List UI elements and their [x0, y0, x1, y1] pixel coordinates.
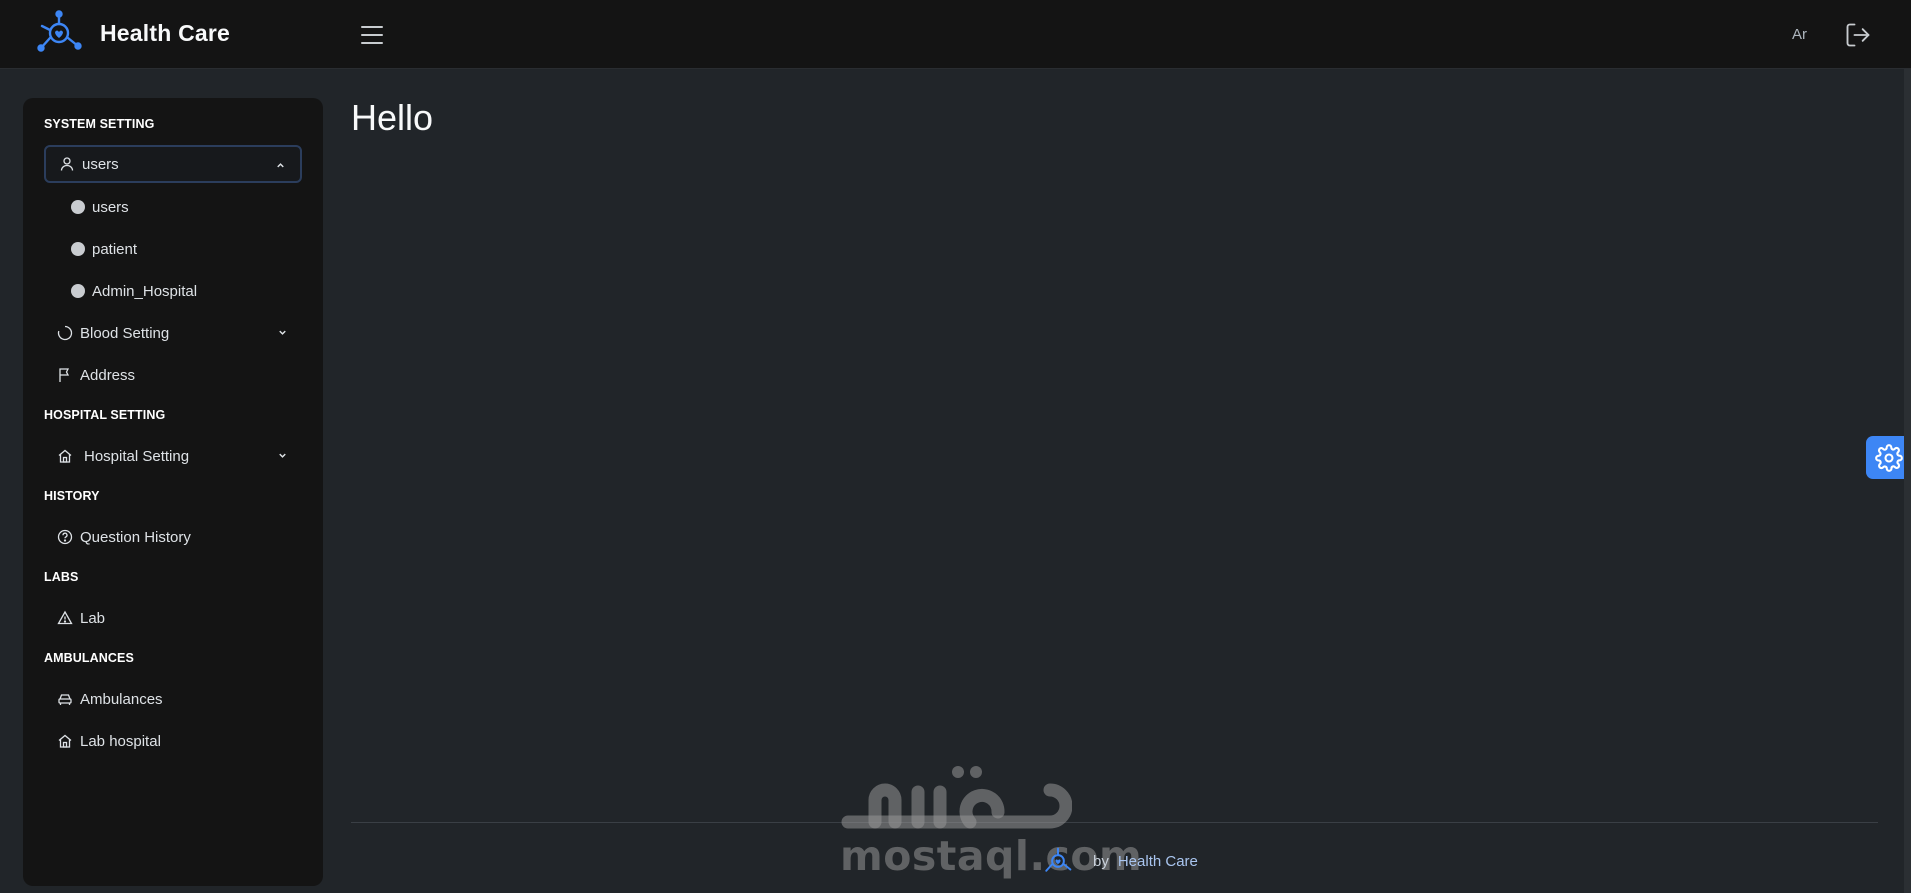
hamburger-menu-icon[interactable]	[358, 22, 386, 48]
section-title-system-setting: SYSTEM SETTING	[44, 117, 155, 131]
health-care-logo-icon	[37, 10, 82, 52]
chevron-up-icon[interactable]	[275, 160, 286, 171]
section-title-ambulances: AMBULANCES	[44, 651, 134, 665]
page-title: Hello	[351, 97, 434, 138]
sidebar-item-hospital-setting[interactable]: Hospital Setting	[44, 437, 302, 475]
sidebar-subitem-admin-hospital[interactable]: Admin_Hospital	[71, 276, 197, 306]
footer: by Health Care	[1043, 846, 1198, 876]
sidebar-subitem-label: users	[92, 198, 129, 216]
sidebar-subitem-label: Admin_Hospital	[92, 282, 198, 300]
section-title-hospital-setting: HOSPITAL SETTING	[44, 408, 166, 422]
health-care-logo-icon	[1045, 847, 1072, 872]
home-icon	[58, 449, 72, 463]
sidebar-item-lab-hospital[interactable]: Lab hospital	[44, 722, 302, 760]
sidebar-item-ambulances[interactable]: Ambulances	[44, 680, 302, 718]
brand-title: Health Care	[100, 19, 231, 46]
section-title-labs: LABS	[44, 570, 79, 584]
footer-by-label: by	[1093, 852, 1109, 870]
sidebar-item-label: Address	[80, 366, 136, 384]
sidebar-item-users[interactable]: users	[44, 145, 302, 183]
bullet-dot-icon	[71, 284, 85, 298]
footer-divider	[351, 822, 1878, 823]
page-scrollbar[interactable]	[1904, 69, 1911, 893]
section-title-history: HISTORY	[44, 489, 100, 503]
sidebar-subitem-label: patient	[92, 240, 138, 258]
bullet-dot-icon	[71, 200, 85, 214]
question-circle-icon	[57, 529, 73, 545]
car-icon	[58, 694, 72, 705]
sidebar-item-label: Blood Setting	[80, 324, 170, 342]
sidebar-item-label: Question History	[80, 528, 191, 546]
logout-icon[interactable]	[1844, 21, 1872, 49]
brand[interactable]: Health Care	[36, 10, 230, 56]
sidebar-item-question-history[interactable]: Question History	[44, 518, 302, 556]
sidebar-subitem-users[interactable]: users	[71, 192, 129, 222]
sidebar: SYSTEM SETTING users users patient Admin…	[23, 98, 323, 886]
chevron-down-icon[interactable]	[277, 327, 288, 338]
sidebar-item-lab[interactable]: Lab	[44, 599, 302, 637]
warning-triangle-icon	[57, 610, 73, 625]
bullet-dot-icon	[71, 242, 85, 256]
sidebar-item-label: Lab hospital	[80, 732, 161, 750]
sidebar-item-address[interactable]: Address	[44, 356, 302, 394]
mostaql-arabic-logo-icon	[841, 766, 1073, 829]
sidebar-item-blood-setting[interactable]: Blood Setting	[44, 314, 302, 352]
loader-circle-icon	[57, 325, 73, 341]
chevron-down-icon[interactable]	[277, 450, 288, 461]
user-icon	[60, 157, 74, 171]
top-navbar: Health Care Ar	[0, 0, 1911, 69]
mostaql-watermark: mostaql.com	[840, 760, 1142, 880]
language-toggle[interactable]: Ar	[1792, 26, 1807, 43]
home-icon	[58, 734, 72, 748]
footer-brand-link[interactable]: Health Care	[1118, 853, 1198, 870]
sidebar-subitem-patient[interactable]: patient	[71, 234, 137, 264]
flag-icon	[59, 368, 70, 382]
sidebar-item-label: Hospital Setting	[84, 447, 190, 465]
sidebar-item-label: users	[82, 155, 119, 173]
sidebar-item-label: Lab	[80, 609, 106, 627]
gear-icon	[1874, 443, 1903, 472]
sidebar-item-label: Ambulances	[80, 690, 163, 708]
